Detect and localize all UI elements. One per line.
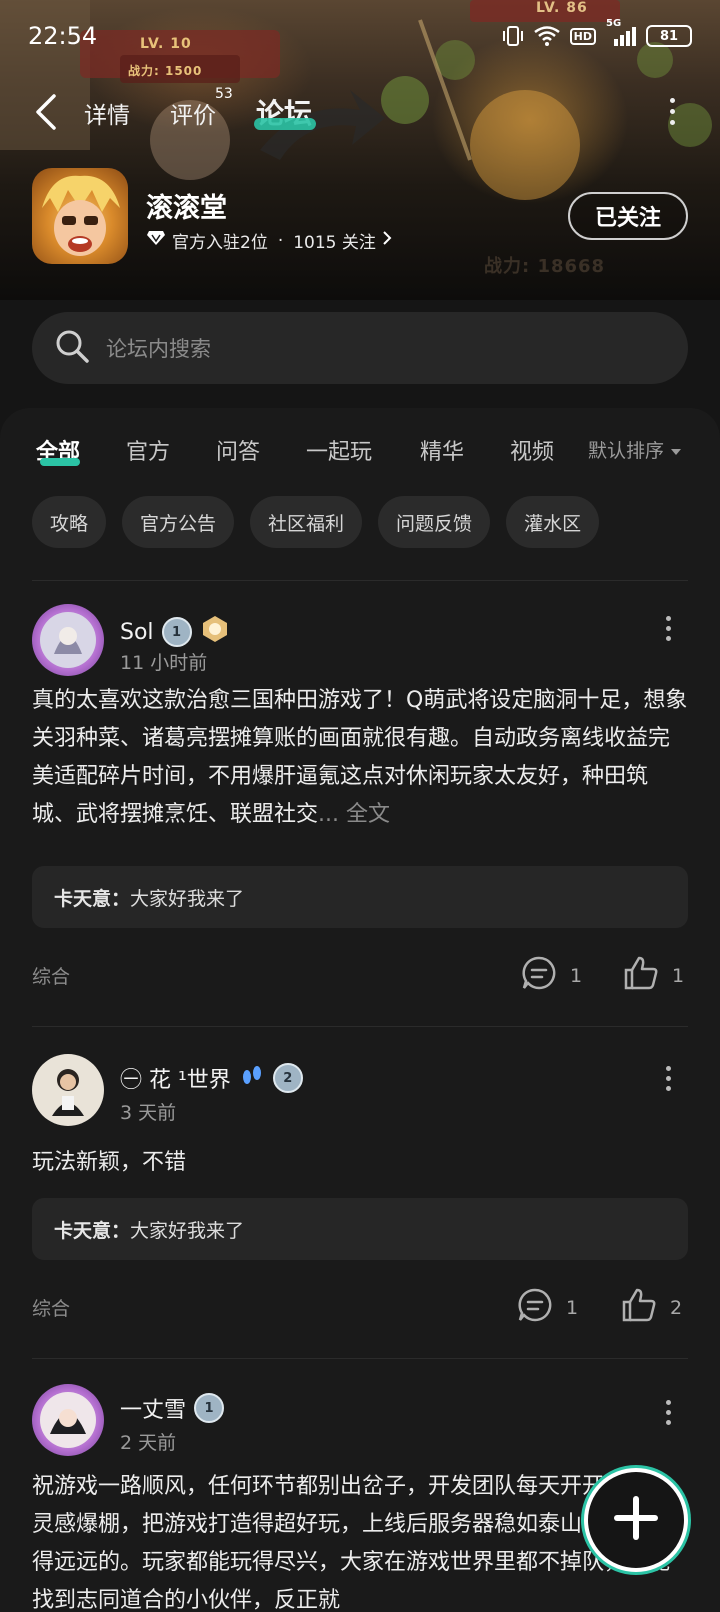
network-type: 5G	[606, 18, 622, 29]
divider	[32, 580, 688, 581]
status-bar: 22:54 HD 5G 81	[0, 0, 720, 74]
caret-down-icon	[670, 439, 682, 461]
category-qa[interactable]: 问答	[216, 434, 260, 466]
app-name: 滚滚堂	[146, 193, 227, 224]
sort-dropdown[interactable]: 默认排序	[588, 436, 682, 463]
user-level-icon: 1	[161, 617, 192, 647]
post-author[interactable]: 一丈雪 1	[120, 1392, 225, 1424]
comment-icon	[516, 1286, 554, 1329]
thumbs-up-icon	[620, 1286, 658, 1329]
user-level-icon: 2	[272, 1063, 303, 1093]
hero-faint-power: 战力: 18668	[484, 256, 606, 277]
post-tag: 综合	[32, 966, 71, 988]
comment-count: 1	[570, 964, 583, 987]
post-tag: 综合	[32, 1298, 71, 1320]
avatar[interactable]	[32, 604, 104, 676]
divider	[32, 1358, 688, 1359]
post-more-icon[interactable]	[666, 616, 672, 646]
more-options-icon[interactable]	[670, 98, 676, 131]
sort-label: 默认排序	[588, 440, 665, 462]
like-count: 1	[672, 964, 685, 987]
post-text: 玩法新颖，不错	[32, 1150, 187, 1175]
diamond-icon	[146, 230, 166, 251]
forum-tab-indicator	[254, 118, 316, 130]
search-placeholder: 论坛内搜索	[106, 337, 211, 361]
post-more-icon[interactable]	[666, 1066, 672, 1096]
topic-chips: 攻略 官方公告 社区福利 问题反馈 灌水区	[32, 496, 600, 548]
review-count-badge: 53	[215, 86, 233, 102]
meta-separator: ·	[277, 230, 284, 251]
reply-preview[interactable]: 卡天意： 大家好我来了	[32, 866, 688, 928]
battery-icon: 81	[646, 25, 692, 47]
chip-welfare[interactable]: 社区福利	[250, 496, 363, 548]
category-indicator	[40, 458, 80, 466]
post-time: 11 小时前	[120, 652, 208, 674]
forum-post[interactable]: Sol 1 11 小时前 真的太喜欢这款治愈三国种田游戏了！Q萌武将设定脑洞十足…	[0, 600, 720, 1020]
post-time: 2 天前	[120, 1432, 177, 1454]
plus-icon	[613, 1495, 659, 1545]
post-body[interactable]: 玩法新颖，不错	[32, 1144, 688, 1182]
chip-announcements[interactable]: 官方公告	[122, 496, 235, 548]
search-icon	[54, 328, 90, 368]
tab-details[interactable]: 详情	[84, 96, 130, 130]
status-time: 22:54	[28, 22, 98, 50]
reply-author: 卡天意：	[54, 887, 131, 910]
reply-author: 卡天意：	[54, 1219, 131, 1242]
reply-preview[interactable]: 卡天意： 大家好我来了	[32, 1198, 688, 1260]
tab-reviews[interactable]: 评价	[170, 96, 216, 130]
post-text: 祝游戏一路顺风，任何环节都别出岔子，开发团队每天开开心心，灵感爆棚，把游戏打造得…	[32, 1474, 682, 1612]
top-nav: 详情 评价 论坛	[0, 84, 720, 140]
post-body[interactable]: 真的太喜欢这款治愈三国种田游戏了！Q萌武将设定脑洞十足，想象关羽种菜、诸葛亮摆摊…	[32, 682, 688, 834]
user-level-icon: 1	[194, 1393, 225, 1423]
post-author[interactable]: Sol 1	[120, 614, 230, 650]
follow-button[interactable]: 已关注	[568, 192, 688, 240]
vibrate-icon	[502, 24, 524, 48]
category-video[interactable]: 视频	[510, 434, 554, 466]
author-name: Sol	[120, 619, 154, 645]
forum-post[interactable]: ㊀ 花 ¹世界 2 3 天前 玩法新颖，不错 卡天意： 大家好我来了 综合 1 2	[0, 1052, 720, 1352]
create-post-button[interactable]	[584, 1468, 688, 1572]
comment-button[interactable]: 1	[516, 1286, 578, 1329]
post-author[interactable]: ㊀ 花 ¹世界 2	[120, 1062, 303, 1094]
status-icons: HD 5G 81	[502, 18, 692, 48]
read-more-link[interactable]: ... 全文	[318, 802, 390, 827]
forum-search-input[interactable]: 论坛内搜索	[32, 312, 688, 384]
hd-icon: HD	[569, 27, 596, 45]
official-count: 官方入驻2位	[172, 233, 268, 253]
post-more-icon[interactable]	[666, 1400, 672, 1430]
divider	[32, 1026, 688, 1027]
reply-text: 大家好我来了	[130, 887, 245, 910]
footprints-icon	[239, 1062, 265, 1094]
author-name: 一丈雪	[120, 1398, 187, 1423]
chip-guides[interactable]: 攻略	[32, 496, 107, 548]
wifi-icon	[533, 24, 560, 48]
avatar[interactable]	[32, 1054, 104, 1126]
category-play-together[interactable]: 一起玩	[306, 434, 372, 466]
app-icon[interactable]	[32, 168, 128, 264]
category-featured[interactable]: 精华	[420, 434, 464, 466]
chip-feedback[interactable]: 问题反馈	[378, 496, 491, 548]
signal-icon: 5G	[606, 18, 636, 48]
medal-icon	[200, 614, 230, 650]
comment-count: 1	[566, 1296, 579, 1319]
thumbs-up-icon	[622, 954, 660, 997]
reply-text: 大家好我来了	[130, 1219, 245, 1242]
like-button[interactable]: 2	[620, 1286, 682, 1329]
like-button[interactable]: 1	[622, 954, 684, 997]
app-meta[interactable]: 官方入驻2位 · 1015 关注	[146, 228, 392, 253]
chip-chat[interactable]: 灌水区	[506, 496, 600, 548]
chevron-right-icon	[382, 230, 392, 251]
comment-icon	[520, 954, 558, 997]
back-arrow-icon[interactable]	[34, 92, 58, 136]
author-name: ㊀ 花 ¹世界	[120, 1068, 231, 1093]
post-time: 3 天前	[120, 1102, 177, 1124]
follow-count: 1015 关注	[293, 233, 376, 253]
avatar[interactable]	[32, 1384, 104, 1456]
comment-button[interactable]: 1	[520, 954, 582, 997]
category-official[interactable]: 官方	[126, 434, 170, 466]
like-count: 2	[670, 1296, 683, 1319]
